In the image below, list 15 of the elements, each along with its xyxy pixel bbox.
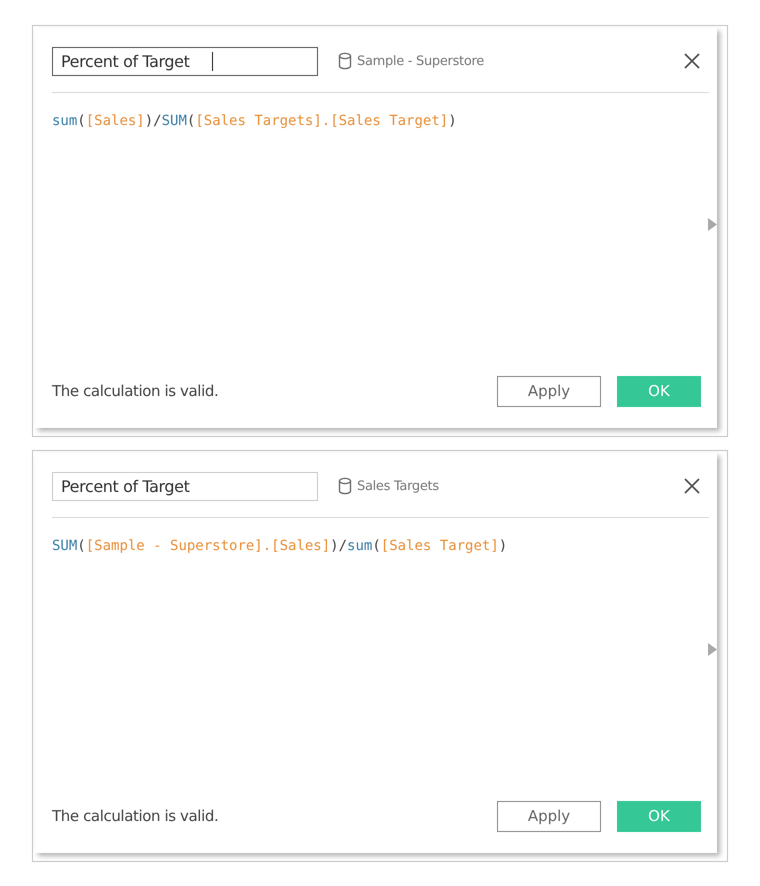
validation-message: The calculation is valid. bbox=[52, 382, 220, 400]
name-field[interactable]: Percent of Target bbox=[52, 472, 318, 500]
text-cursor bbox=[212, 52, 213, 71]
validation-message: The calculation is valid. bbox=[52, 807, 220, 825]
database-icon bbox=[338, 477, 352, 495]
formula-text[interactable]: sum([Sales])/SUM([Sales Targets].[Sales Target]) bbox=[52, 113, 457, 129]
data-source-label: Sales Targets bbox=[357, 478, 439, 494]
apply-button[interactable]: Apply bbox=[497, 376, 601, 406]
data-source-label: Sample - Superstore bbox=[357, 54, 484, 68]
formula-text[interactable]: SUM([Sample - Superstore].[Sales])/sum([Sales Target]) bbox=[52, 538, 508, 554]
name-field[interactable]: Percent of Target bbox=[52, 46, 318, 76]
close-icon[interactable] bbox=[683, 477, 701, 495]
database-icon bbox=[338, 52, 352, 70]
close-icon[interactable] bbox=[683, 52, 701, 70]
apply-button[interactable]: Apply bbox=[497, 800, 601, 832]
